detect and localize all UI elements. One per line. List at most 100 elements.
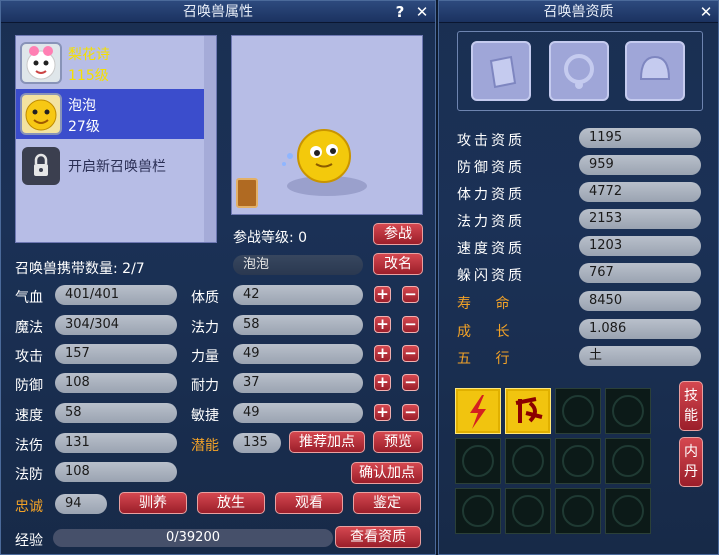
empty-slot-rune-icon: [562, 495, 594, 527]
defense-aptitude-value: 959: [579, 155, 701, 175]
pet-level: 115级: [68, 68, 109, 84]
tame-button[interactable]: 驯养: [119, 492, 187, 514]
dodge-aptitude-value: 767: [579, 263, 701, 283]
endurance-label: 耐力: [191, 378, 219, 394]
pet-aptitude-panel: 召唤兽资质 ✕ 攻击资质 1195 防御资质 959 体力资质 4772 法力资…: [438, 0, 719, 555]
skill-slot-empty[interactable]: [505, 438, 551, 484]
lightning-skill-icon: [458, 391, 498, 431]
battle-button[interactable]: 参战: [373, 223, 423, 245]
confirm-points-button[interactable]: 确认加点: [351, 462, 423, 484]
hp-label: 气血: [15, 290, 43, 306]
neidan-tab-button[interactable]: 内丹: [679, 437, 703, 487]
defense-label: 防御: [15, 378, 43, 394]
agility-value: 49: [233, 403, 363, 423]
unlock-slot-label: 开启新召唤兽栏: [68, 159, 166, 175]
rename-button[interactable]: 改名: [373, 253, 423, 275]
pet-attributes-titlebar: 召唤兽属性: [1, 1, 435, 23]
skill-slot-empty[interactable]: [555, 488, 601, 534]
stamina-aptitude-label: 体力资质: [457, 187, 525, 203]
growth-label: 成 长: [457, 324, 520, 340]
skill-slot-empty[interactable]: [455, 488, 501, 534]
attack-aptitude-label: 攻击资质: [457, 133, 525, 149]
magic-power-value: 58: [233, 315, 363, 335]
preview-points-button[interactable]: 预览: [373, 431, 423, 453]
panel-title: 召唤兽资质: [543, 4, 614, 20]
view-aptitude-button[interactable]: 查看资质: [335, 526, 421, 548]
pet-attributes-panel: 召唤兽属性 ? ✕ 梨花诗 115级 泡泡 27级 开启新召唤兽栏 参战等级: …: [0, 0, 436, 555]
empty-slot-rune-icon: [462, 445, 494, 477]
appraise-button[interactable]: 鉴定: [353, 492, 421, 514]
magic-power-plus-button[interactable]: +: [374, 316, 391, 333]
attack-value: 157: [55, 344, 177, 364]
spell-rune-skill-icon: [508, 391, 548, 431]
recommend-points-button[interactable]: 推荐加点: [289, 431, 365, 453]
necklace-slot-icon[interactable]: [549, 41, 609, 101]
close-button[interactable]: ✕: [413, 3, 431, 21]
defense-value: 108: [55, 373, 177, 393]
skills-tab-button[interactable]: 技能: [679, 381, 703, 431]
pet-name-input[interactable]: 泡泡: [233, 255, 363, 275]
lifespan-value: 8450: [579, 291, 701, 311]
magic-defense-label: 法防: [15, 467, 43, 483]
panel-title: 召唤兽属性: [183, 4, 253, 20]
agility-label: 敏捷: [191, 408, 219, 424]
pet-list-item[interactable]: 梨花诗 115级: [16, 38, 204, 88]
release-button[interactable]: 放生: [197, 492, 265, 514]
potential-label: 潜能: [191, 438, 219, 454]
agility-minus-button[interactable]: −: [402, 404, 419, 421]
armor-slot-icon[interactable]: [471, 41, 531, 101]
pink-pet-face-icon: [26, 46, 56, 80]
constitution-minus-button[interactable]: −: [402, 286, 419, 303]
empty-slot-rune-icon: [462, 495, 494, 527]
empty-slot-rune-icon: [612, 495, 644, 527]
mp-label: 魔法: [15, 320, 43, 336]
lock-icon: [22, 147, 60, 185]
watch-button[interactable]: 观看: [275, 492, 343, 514]
empty-slot-rune-icon: [512, 495, 544, 527]
close-button[interactable]: ✕: [697, 3, 715, 21]
skill-slot-empty[interactable]: [605, 388, 651, 434]
skill-slot-empty[interactable]: [555, 388, 601, 434]
constitution-value: 42: [233, 285, 363, 305]
helmet-slot-icon[interactable]: [625, 41, 685, 101]
empty-slot-rune-icon: [612, 395, 644, 427]
magic-damage-label: 法伤: [15, 438, 43, 454]
pet-avatar: [20, 42, 62, 84]
skill-slot-empty[interactable]: [455, 438, 501, 484]
magic-aptitude-label: 法力资质: [457, 214, 525, 230]
skill-slot[interactable]: [505, 388, 551, 434]
hp-value: 401/401: [55, 285, 177, 305]
empty-slot-rune-icon: [612, 445, 644, 477]
pet-item-slot-icon[interactable]: [236, 178, 258, 208]
speed-value: 58: [55, 403, 177, 423]
loyalty-label: 忠诚: [15, 499, 43, 515]
skill-slot-empty[interactable]: [555, 438, 601, 484]
loyalty-value: 94: [55, 494, 107, 514]
element-label: 五 行: [457, 351, 520, 367]
strength-plus-button[interactable]: +: [374, 345, 391, 362]
skill-slot-empty[interactable]: [605, 488, 651, 534]
magic-power-label: 法力: [191, 320, 219, 336]
speed-aptitude-label: 速度资质: [457, 241, 525, 257]
constitution-plus-button[interactable]: +: [374, 286, 391, 303]
agility-plus-button[interactable]: +: [374, 404, 391, 421]
empty-slot-rune-icon: [562, 395, 594, 427]
pet-list-item-selected[interactable]: 泡泡 27级: [16, 89, 204, 139]
pet-preview-area: [231, 35, 423, 215]
skill-slot-empty[interactable]: [605, 438, 651, 484]
strength-minus-button[interactable]: −: [402, 345, 419, 362]
potential-value: 135: [233, 433, 281, 453]
yellow-pet-face-icon: [25, 99, 57, 131]
endurance-minus-button[interactable]: −: [402, 374, 419, 391]
endurance-plus-button[interactable]: +: [374, 374, 391, 391]
pet-list-scrollbar[interactable]: [204, 36, 216, 242]
pet-list: 梨花诗 115级 泡泡 27级 开启新召唤兽栏: [15, 35, 217, 243]
magic-aptitude-value: 2153: [579, 209, 701, 229]
unlock-pet-slot-item[interactable]: 开启新召唤兽栏: [16, 141, 204, 191]
defense-aptitude-label: 防御资质: [457, 160, 525, 176]
skill-slot[interactable]: [455, 388, 501, 434]
speed-label: 速度: [15, 408, 43, 424]
help-button[interactable]: ?: [391, 3, 409, 21]
magic-power-minus-button[interactable]: −: [402, 316, 419, 333]
skill-slot-empty[interactable]: [505, 488, 551, 534]
